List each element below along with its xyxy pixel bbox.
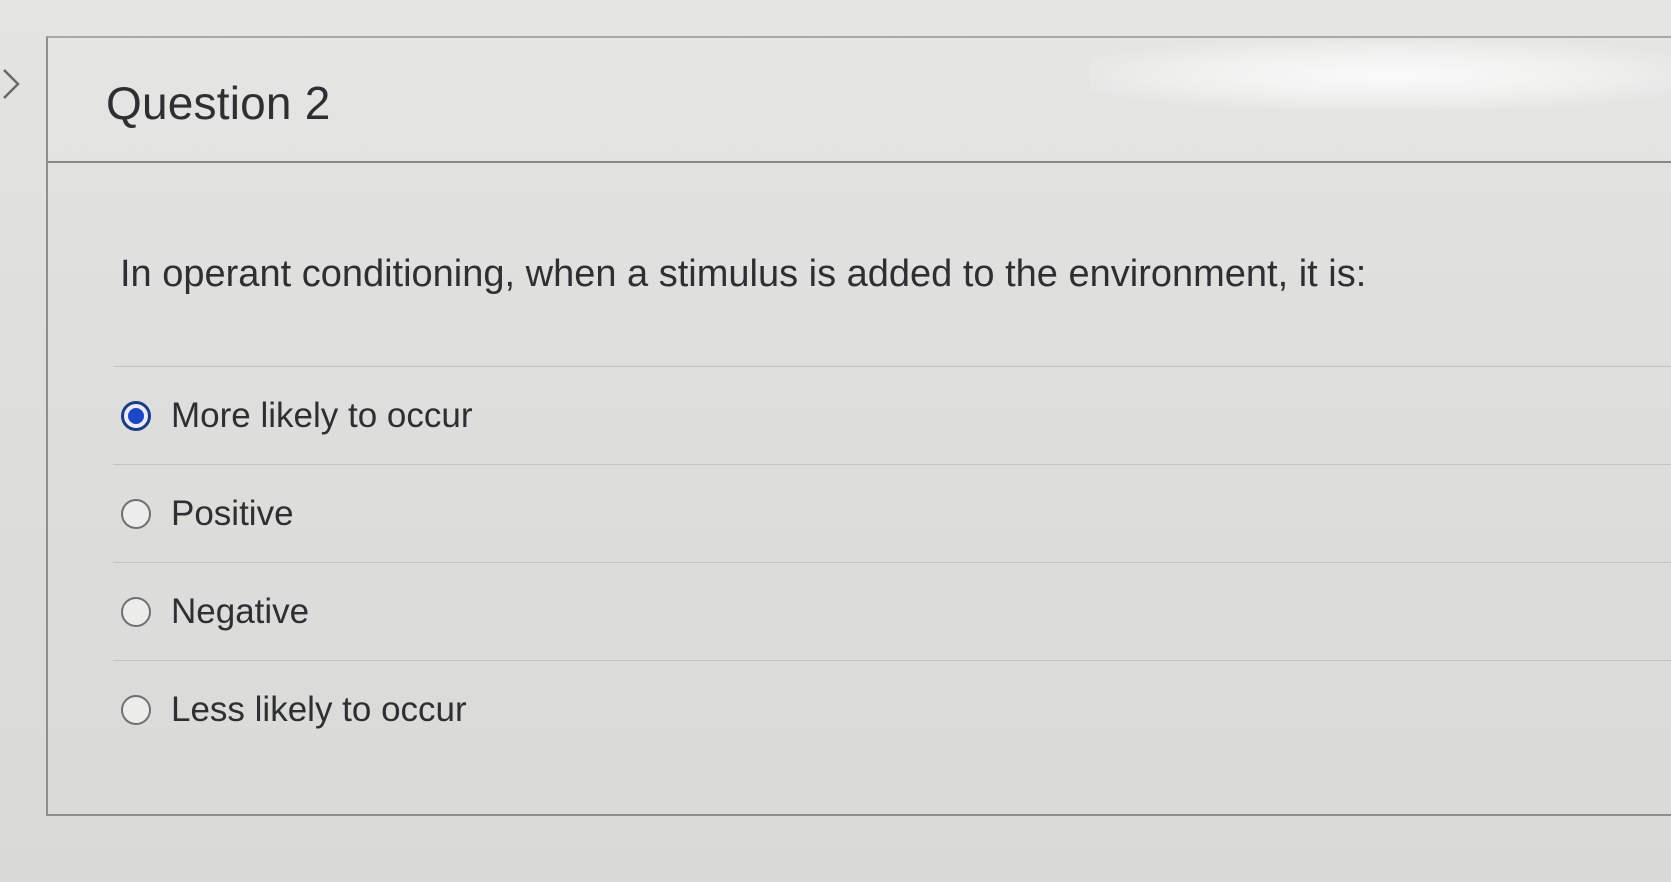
answer-option[interactable]: Positive <box>113 464 1671 562</box>
radio-button-selected[interactable] <box>121 400 151 431</box>
answer-label: Positive <box>171 493 294 533</box>
answer-label: More likely to occur <box>171 395 473 435</box>
question-header: Question 2 <box>48 38 1671 163</box>
chevron-right-icon[interactable] <box>0 64 24 104</box>
radio-button[interactable] <box>121 596 151 627</box>
question-text: In operant conditioning, when a stimulus… <box>120 253 1367 295</box>
question-title: Question 2 <box>106 77 331 129</box>
radio-button[interactable] <box>121 498 151 529</box>
answer-list: More likely to occur Positive Negative L… <box>113 366 1671 758</box>
answer-option[interactable]: Negative <box>113 562 1671 660</box>
radio-button[interactable] <box>121 694 151 725</box>
question-card: Question 2 In operant conditioning, when… <box>46 36 1671 816</box>
answer-label: Negative <box>171 591 310 631</box>
answer-option[interactable]: More likely to occur <box>113 366 1671 464</box>
answer-option[interactable]: Less likely to occur <box>113 660 1671 758</box>
answer-label: Less likely to occur <box>171 689 467 729</box>
